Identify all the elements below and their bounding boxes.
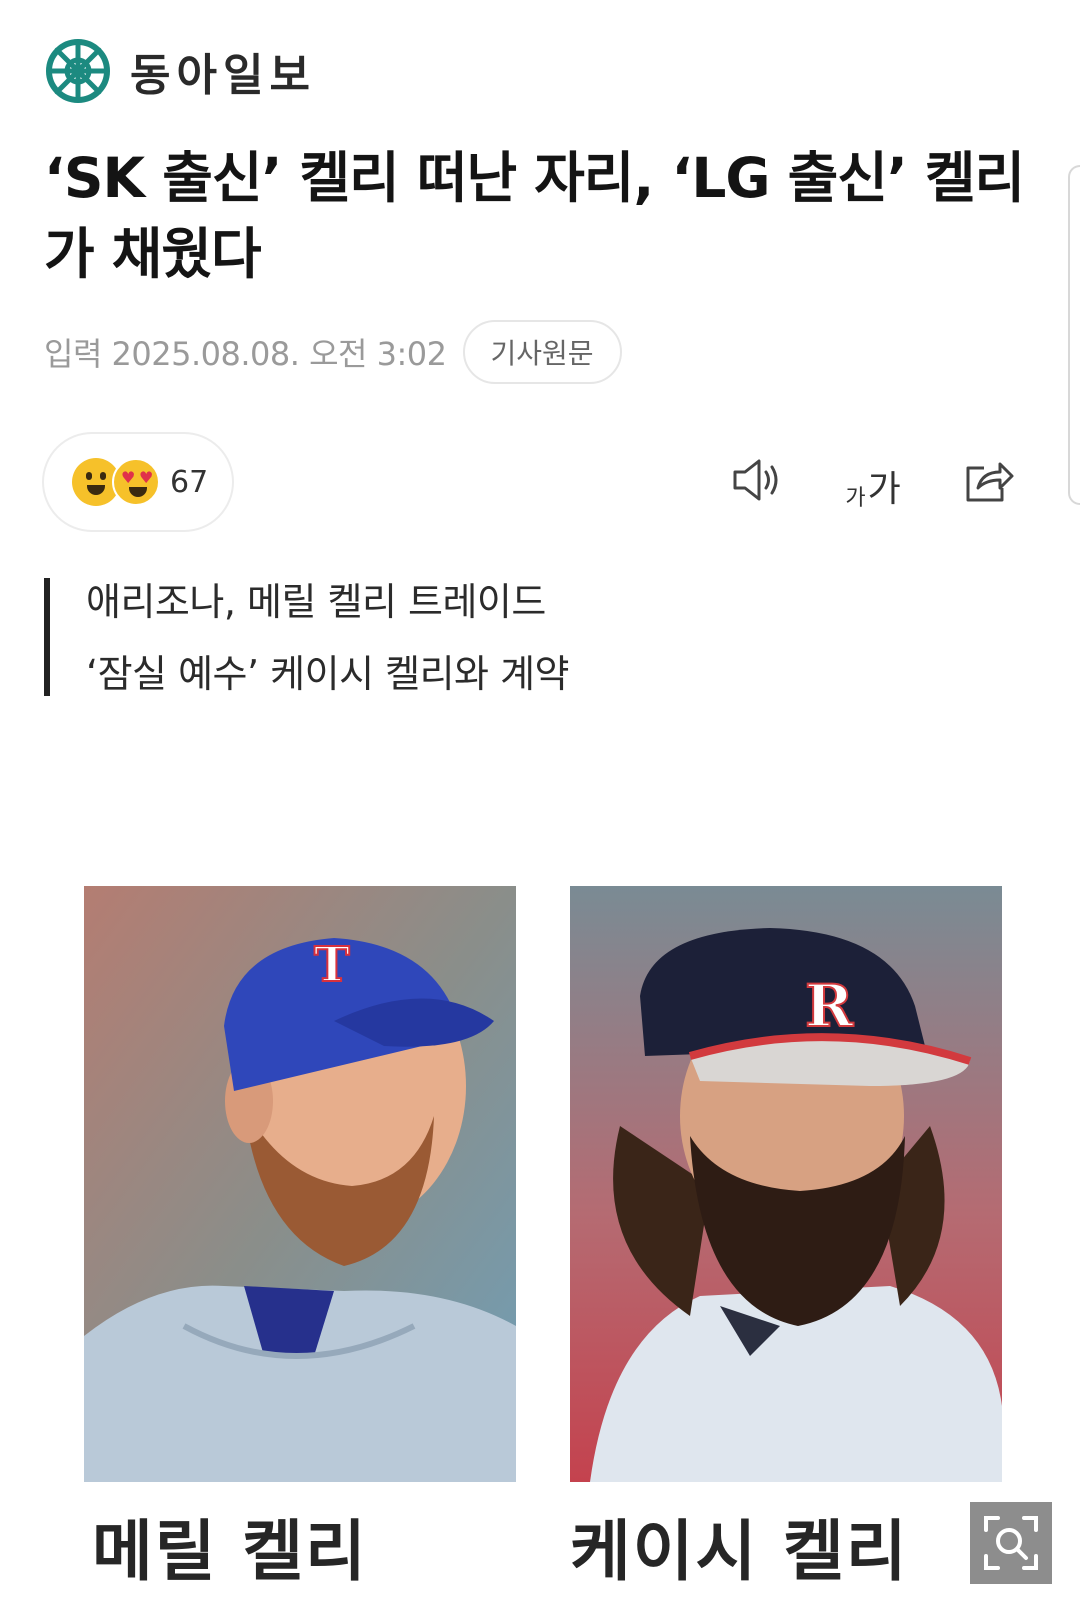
summary-line: 애리조나, 메릴 켈리 트레이드 [86, 580, 546, 624]
photo-caption: 케이시 켈리 [570, 1513, 909, 1590]
zoom-button[interactable] [970, 1502, 1052, 1584]
logo-text[interactable]: 동아일보 [130, 39, 316, 103]
photo-caption: 메릴 켈리 [92, 1513, 368, 1590]
reaction-count: 67 [170, 464, 209, 500]
share-button[interactable] [957, 448, 1021, 512]
article-toolbar: 가 가 [725, 448, 1021, 512]
font-size-large-label: 가 [867, 469, 901, 510]
merrill-kelly-photo: T [84, 886, 516, 1482]
heart-eyes-face-icon: ♥ ♥ [112, 458, 160, 506]
speaker-icon [733, 459, 778, 501]
speaker-button[interactable] [725, 448, 789, 512]
cap-logo-label: T [314, 937, 350, 993]
cap-logo-label: R [805, 972, 854, 1040]
share-icon [966, 462, 1014, 502]
article-headline: ‘SK 출신’ 켈리 떠난 자리, ‘LG 출신’ 켈리가 채웠다 [44, 146, 1025, 286]
reaction-button[interactable]: ♥ ♥ 67 [42, 432, 234, 532]
site-header: 동아일보 [44, 36, 316, 106]
summary-line: ‘잠실 예수’ 케이시 켈리와 계약 [86, 652, 570, 696]
side-panel-handle[interactable] [1068, 165, 1080, 505]
dongailbo-emblem-icon[interactable] [44, 37, 112, 105]
article-meta: 입력 2025.08.08. 오전 3:02 기사원문 [44, 320, 622, 384]
article-summary: 애리조나, 메릴 켈리 트레이드 ‘잠실 예수’ 케이시 켈리와 계약 [44, 578, 570, 696]
font-size-small-label: 가 [845, 486, 866, 511]
casey-kelly-photo: R [570, 886, 1002, 1482]
zoom-in-icon [984, 1516, 1038, 1570]
font-size-button[interactable]: 가 가 [841, 448, 905, 512]
publish-date: 입력 2025.08.08. 오전 3:02 [44, 335, 447, 373]
article-photo[interactable]: T R 메릴 켈리 케이시 켈리 [82, 886, 1002, 1590]
original-article-button[interactable]: 기사원문 [462, 320, 622, 384]
